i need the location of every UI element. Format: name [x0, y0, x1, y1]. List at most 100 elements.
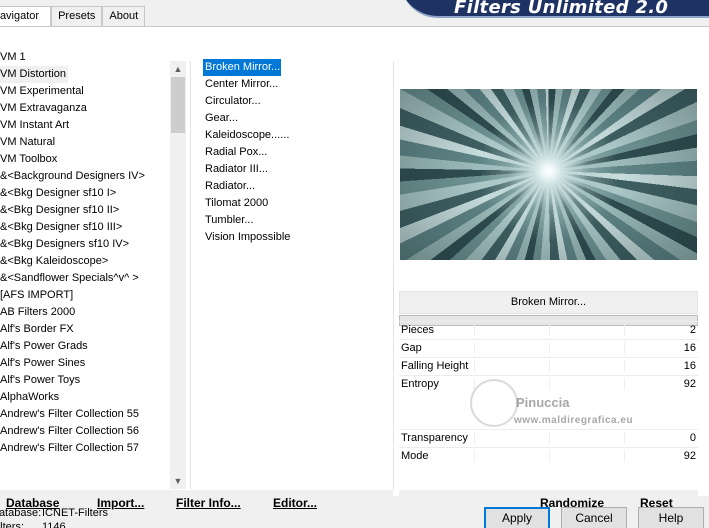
- filter-item[interactable]: Gear...: [203, 110, 389, 127]
- category-item[interactable]: [AFS IMPORT]: [0, 287, 170, 304]
- parameter-row[interactable]: Gap 16: [399, 339, 698, 356]
- scroll-up-arrow-icon[interactable]: ▲: [170, 61, 186, 77]
- parameter-row[interactable]: Transparency 0: [399, 429, 698, 446]
- watermark-name: Pinuccia: [516, 395, 570, 410]
- preview-vignette: [400, 89, 697, 260]
- tab-about[interactable]: About: [102, 6, 146, 26]
- filters-count-value: 1146: [42, 521, 66, 528]
- filter-preview-image: [400, 89, 697, 260]
- tab-navigator[interactable]: Navigator: [0, 6, 52, 26]
- category-item[interactable]: AB Filters 2000: [0, 304, 170, 321]
- category-item[interactable]: &<Sandflower Specials^v^ >: [0, 270, 170, 287]
- category-item[interactable]: AlphaWorks: [0, 389, 170, 406]
- slider-tick: [624, 450, 625, 462]
- category-item[interactable]: &<Bkg Designer sf10 II>: [0, 202, 170, 219]
- filter-item[interactable]: Kaleidoscope......: [203, 127, 389, 144]
- slider-tick: [624, 342, 625, 354]
- category-item[interactable]: &<Bkg Kaleidoscope>: [0, 253, 170, 270]
- tab-presets[interactable]: Presets: [51, 6, 103, 26]
- slider-tick: [549, 324, 550, 336]
- selected-filter-name: Broken Mirror...: [399, 291, 698, 314]
- filters-count-label: Filters:: [0, 521, 24, 528]
- parameter-value: 16: [683, 342, 696, 354]
- scroll-down-arrow-icon[interactable]: ▼: [170, 473, 186, 489]
- category-item[interactable]: VM Instant Art: [0, 117, 170, 134]
- filter-item[interactable]: Radiator...: [203, 178, 389, 195]
- slider-tick: [549, 378, 550, 390]
- slider-tick: [549, 450, 550, 462]
- category-item[interactable]: Andrew's Filter Collection 55: [0, 406, 170, 423]
- filter-info-button[interactable]: Filter Info...: [176, 490, 241, 517]
- filter-item[interactable]: Vision Impossible: [203, 229, 389, 246]
- category-item[interactable]: VM Extravaganza: [0, 100, 170, 117]
- slider-tick: [624, 360, 625, 372]
- slider-tick: [624, 324, 625, 336]
- category-item[interactable]: Alf's Border FX: [0, 321, 170, 338]
- category-item[interactable]: VM Toolbox: [0, 151, 170, 168]
- database-value: ICNET-Filters: [42, 507, 108, 519]
- category-item[interactable]: Andrew's Filter Collection 57: [0, 440, 170, 457]
- slider-tick: [474, 450, 475, 462]
- slider-tick: [549, 360, 550, 372]
- category-item[interactable]: Andrew's Filter Collection 56: [0, 423, 170, 440]
- parameter-row[interactable]: Mode 92: [399, 447, 698, 464]
- slider-tick: [624, 432, 625, 444]
- slider-tick: [474, 360, 475, 372]
- slider-tick: [474, 324, 475, 336]
- category-item[interactable]: &<Bkg Designers sf10 IV>: [0, 236, 170, 253]
- category-item[interactable]: Alf's Power Grads: [0, 338, 170, 355]
- database-label: Database:: [0, 507, 42, 519]
- parameter-label: Mode: [401, 450, 429, 462]
- filter-item[interactable]: Tilomat 2000: [203, 195, 389, 212]
- banner-title: Filters Unlimited 2.0: [454, 0, 669, 18]
- filter-list[interactable]: Broken Mirror... Center Mirror... Circulat…: [203, 59, 389, 246]
- parameter-label: Transparency: [401, 432, 468, 444]
- watermark-url: www.maldiregrafica.eu: [514, 415, 634, 426]
- slider-tick: [474, 342, 475, 354]
- filter-item[interactable]: Radiator III...: [203, 161, 389, 178]
- slider-tick: [474, 432, 475, 444]
- app-banner: Filters Unlimited 2.0: [400, 0, 709, 18]
- filter-item[interactable]: Center Mirror...: [203, 76, 389, 93]
- scroll-thumb[interactable]: [171, 77, 185, 133]
- slider-tick: [549, 432, 550, 444]
- category-item[interactable]: &<Bkg Designer sf10 III>: [0, 219, 170, 236]
- category-list[interactable]: VM 1 VM Distortion VM Experimental VM Extra…: [0, 49, 170, 457]
- divider: [393, 61, 394, 489]
- parameter-value: 16: [683, 360, 696, 372]
- parameter-label: Pieces: [401, 324, 435, 336]
- category-item[interactable]: &<Background Designers IV>: [0, 168, 170, 185]
- parameter-row[interactable]: Pieces 2: [399, 321, 698, 338]
- category-scrollbar[interactable]: ▲ ▼: [170, 61, 186, 489]
- category-item[interactable]: Alf's Power Sines: [0, 355, 170, 372]
- category-item[interactable]: Alf's Power Toys: [0, 372, 170, 389]
- parameter-value: 0: [689, 432, 696, 444]
- category-item[interactable]: VM Experimental: [0, 83, 170, 100]
- parameter-value: 92: [683, 450, 696, 462]
- parameter-label: Gap: [401, 342, 422, 354]
- filter-item[interactable]: Radial Pox...: [203, 144, 389, 161]
- slider-tick: [549, 342, 550, 354]
- parameter-label: Entropy: [401, 378, 439, 390]
- slider-tick: [474, 378, 475, 390]
- filter-item[interactable]: Tumbler...: [203, 212, 389, 229]
- category-item[interactable]: VM 1: [0, 49, 170, 66]
- apply-button[interactable]: Apply: [484, 507, 550, 528]
- parameter-label: Falling Height: [401, 360, 469, 372]
- navigator-panel: VM 1 VM Distortion VM Experimental VM Extra…: [0, 26, 709, 517]
- filter-item[interactable]: Circulator...: [203, 93, 389, 110]
- slider-tick: [624, 378, 625, 390]
- category-item[interactable]: VM Natural: [0, 134, 170, 151]
- filter-item[interactable]: Broken Mirror...: [203, 59, 281, 76]
- category-item[interactable]: VM Distortion: [0, 66, 68, 83]
- parameter-row[interactable]: Falling Height 16: [399, 357, 698, 374]
- editor-button[interactable]: Editor...: [273, 490, 317, 517]
- help-button[interactable]: Help: [638, 507, 704, 528]
- cancel-button[interactable]: Cancel: [561, 507, 627, 528]
- parameter-row[interactable]: Entropy 92: [399, 375, 698, 392]
- divider: [190, 61, 191, 489]
- parameter-value: 92: [683, 378, 696, 390]
- parameter-value: 2: [689, 324, 696, 336]
- category-item[interactable]: &<Bkg Designer sf10 I>: [0, 185, 170, 202]
- tab-strip: Navigator Presets About: [0, 6, 146, 26]
